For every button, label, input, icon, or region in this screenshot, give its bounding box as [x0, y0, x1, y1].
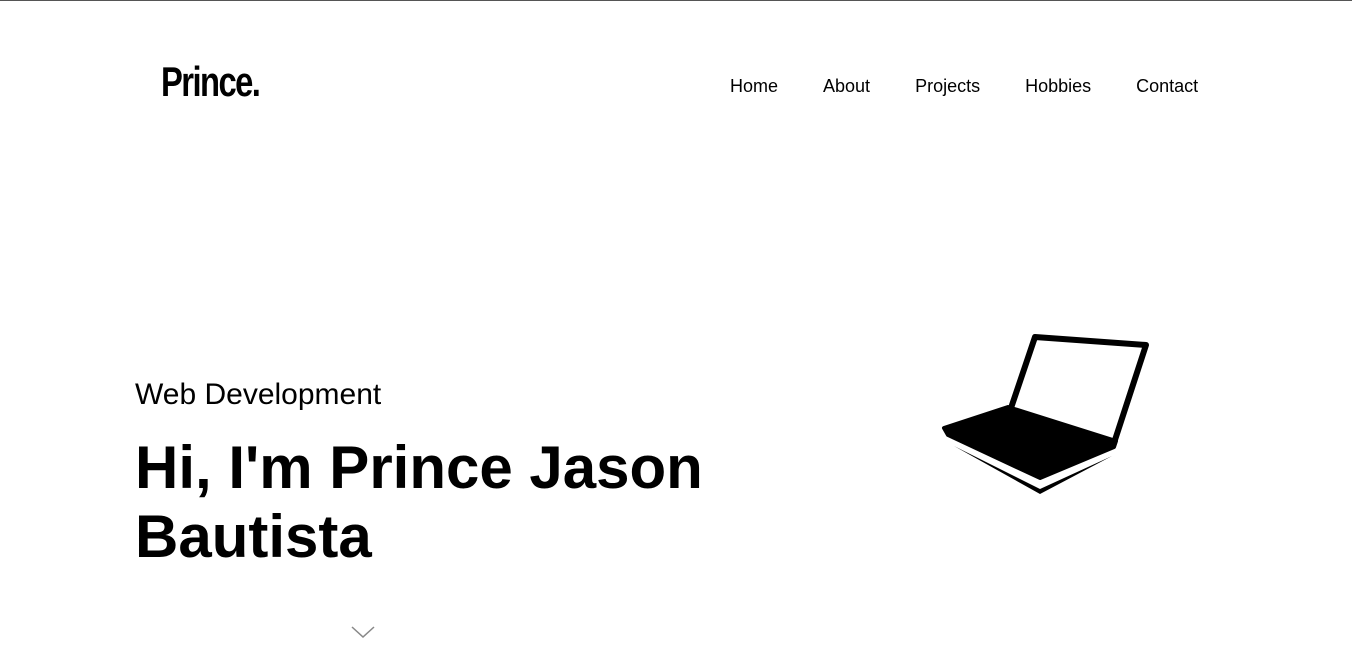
nav-link-contact[interactable]: Contact [1136, 74, 1198, 98]
main-nav: Home About Projects Hobbies Contact [730, 74, 1198, 98]
page: Prince. Home About Projects Hobbies Cont… [0, 0, 1352, 657]
nav-link-about[interactable]: About [823, 74, 870, 98]
nav-link-home[interactable]: Home [730, 74, 778, 98]
logo[interactable]: Prince. [161, 57, 261, 107]
chevron-down-icon[interactable] [351, 625, 375, 639]
laptop-icon [942, 334, 1149, 494]
nav-link-hobbies[interactable]: Hobbies [1025, 74, 1091, 98]
hero-subtitle: Web Development [135, 378, 382, 411]
hero-headline: Hi, I'm Prince Jason Bautista [135, 434, 703, 570]
nav-link-projects[interactable]: Projects [915, 74, 980, 98]
